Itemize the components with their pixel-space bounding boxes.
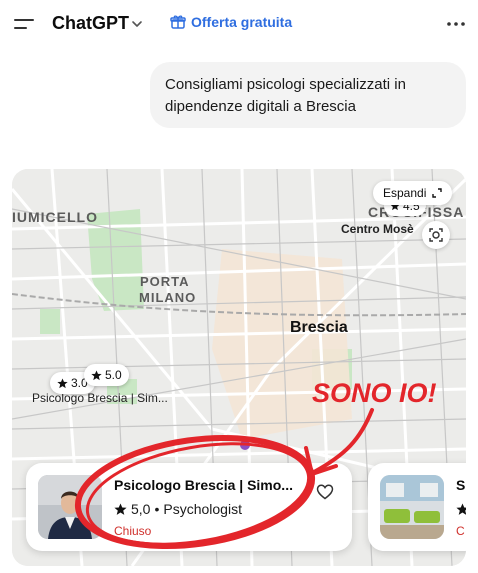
place-status: Chiuso [114,524,152,538]
star-icon [456,503,466,515]
place-card[interactable]: Psicologo Brescia | Simo... 5,0 • Psycho… [26,463,352,551]
heart-icon[interactable] [316,483,334,501]
place-name[interactable]: Psicologo Brescia | Simo... [114,477,299,493]
expand-map-label: Espandi [383,186,427,200]
map-pin-rating: 5.0 [105,368,122,382]
place-card[interactable]: Sp C [368,463,466,551]
star-icon [114,503,127,515]
star-icon [57,377,68,388]
place-photo [380,475,444,539]
map-area-label-left: IUMICELLO [12,209,98,225]
place-category: Psychologist [163,501,242,517]
top-bar: ChatGPT Offerta gratuita [0,0,478,48]
map-poi-label-left[interactable]: Psicologo Brescia | Sim... [32,391,168,405]
locate-button[interactable] [422,221,450,249]
place-rating: 5,0 [131,501,151,517]
place-status: C [456,524,465,538]
free-offer-label: Offerta gratuita [191,14,293,30]
map-district-label-porta: PORTA [140,274,190,289]
chevron-down-icon[interactable] [130,17,144,31]
expand-map-button[interactable]: Espandi [373,181,453,205]
free-offer-button[interactable]: Offerta gratuita [170,14,292,30]
map-rating-pin[interactable]: 5.0 [84,364,129,386]
expand-icon [432,188,443,198]
menu-icon[interactable] [14,16,34,32]
map-city-label: Brescia [290,319,348,336]
place-name[interactable]: Sp [456,477,466,493]
meta-separator: • [154,501,160,517]
user-message-text: Consigliami psicologi specializzati in d… [165,76,406,115]
place-photo [38,475,102,539]
map-district-label-milano: MILANO [139,290,197,305]
locate-icon [429,228,443,242]
app-title[interactable]: ChatGPT [52,13,129,34]
more-options-icon[interactable] [446,20,466,28]
gift-icon [170,15,186,29]
star-icon [91,369,102,380]
map-poi-label-right[interactable]: Centro Mosè [341,222,414,236]
user-message-bubble: Consigliami psicologi specializzati in d… [150,62,466,128]
map-widget[interactable]: IUMICELLO CROCIFISSA PORTA MILANO Bresci… [12,169,466,566]
place-meta: 5,0 • Psychologist [114,501,242,517]
